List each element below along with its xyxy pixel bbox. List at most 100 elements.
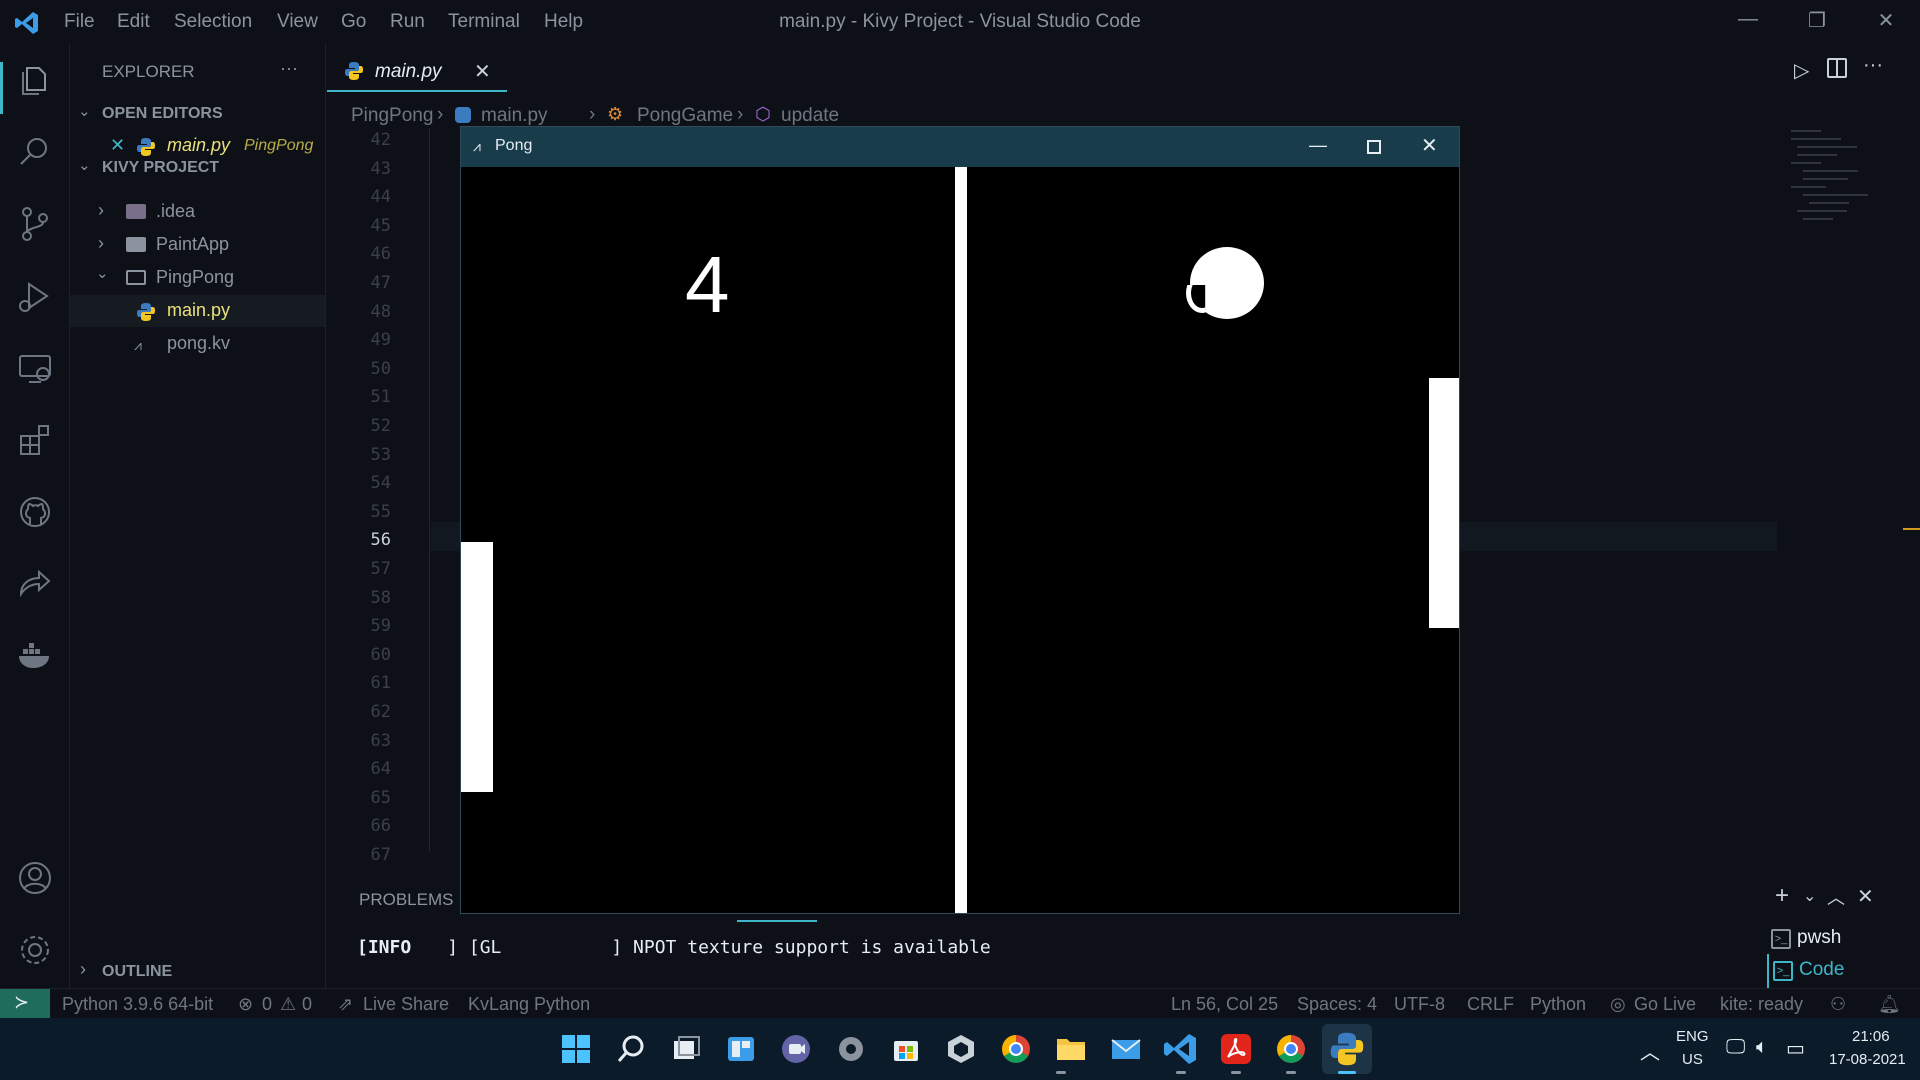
minimize-icon[interactable]: — bbox=[1728, 8, 1768, 36]
search-icon[interactable] bbox=[613, 1031, 649, 1067]
account-icon[interactable] bbox=[15, 858, 55, 898]
menu-edit[interactable]: Edit bbox=[117, 11, 150, 33]
remote-explorer-icon[interactable] bbox=[15, 348, 55, 388]
github-icon[interactable] bbox=[15, 492, 55, 532]
minimap[interactable] bbox=[1785, 128, 1875, 328]
microsoft-store-icon[interactable] bbox=[888, 1031, 924, 1067]
unity-icon[interactable] bbox=[943, 1031, 979, 1067]
extensions-icon[interactable] bbox=[15, 420, 55, 460]
settings-gear-icon[interactable] bbox=[15, 930, 55, 970]
maximize-panel-icon[interactable]: ︿ bbox=[1827, 884, 1845, 910]
vscode-icon[interactable] bbox=[1163, 1031, 1199, 1067]
line-ending[interactable]: CRLF bbox=[1467, 994, 1514, 1015]
restore-icon[interactable]: ❐ bbox=[1797, 8, 1837, 36]
tree-item-paintapp[interactable]: › PaintApp bbox=[70, 229, 325, 261]
project-header[interactable]: KIVY PROJECT bbox=[102, 159, 219, 177]
kite-status[interactable]: kite: ready bbox=[1720, 994, 1803, 1015]
menu-view[interactable]: View bbox=[277, 11, 318, 33]
windows-start-icon[interactable] bbox=[558, 1031, 594, 1067]
breadcrumb-method[interactable]: update bbox=[781, 105, 839, 127]
error-count[interactable]: 0 bbox=[262, 994, 272, 1015]
docker-icon[interactable] bbox=[15, 636, 55, 676]
close-tab-icon[interactable]: ✕ bbox=[474, 59, 491, 84]
clock-time[interactable]: 21:06 bbox=[1852, 1028, 1890, 1045]
clock-date[interactable]: 17-08-2021 bbox=[1829, 1051, 1906, 1068]
run-debug-icon[interactable] bbox=[15, 276, 55, 316]
terminal-item-pwsh[interactable]: >_ pwsh bbox=[1771, 924, 1891, 954]
tab-main-py[interactable]: main.py ✕ bbox=[327, 50, 507, 92]
run-file-icon[interactable]: ▷ bbox=[1794, 58, 1809, 83]
menu-run[interactable]: Run bbox=[390, 11, 425, 33]
live-share-icon[interactable] bbox=[15, 564, 55, 604]
live-share-status[interactable]: Live Share bbox=[363, 994, 449, 1015]
show-hidden-icons-chevron-up-icon[interactable]: ︿ bbox=[1640, 1036, 1660, 1065]
pong-titlebar[interactable]: ⩘ Pong — ✕ bbox=[461, 127, 1459, 167]
terminal-item-code[interactable]: >_ Code bbox=[1767, 954, 1917, 988]
settings-gear-icon[interactable] bbox=[833, 1031, 869, 1067]
source-control-icon[interactable] bbox=[15, 204, 55, 244]
close-icon[interactable]: ✕ bbox=[1866, 8, 1906, 36]
acrobat-icon[interactable] bbox=[1218, 1031, 1254, 1067]
kvlang-status[interactable]: KvLang Python bbox=[468, 994, 590, 1015]
close-panel-icon[interactable]: ✕ bbox=[1857, 884, 1874, 909]
live-share-icon[interactable]: ⇗ bbox=[338, 994, 353, 1015]
open-editor-item[interactable]: ✕ main.py PingPong bbox=[70, 130, 325, 162]
chevron-down-icon[interactable]: ⌄ bbox=[78, 156, 91, 174]
teams-chat-icon[interactable] bbox=[778, 1031, 814, 1067]
outline-header[interactable]: OUTLINE bbox=[102, 963, 172, 981]
language-top[interactable]: ENG bbox=[1676, 1028, 1709, 1045]
widgets-icon[interactable] bbox=[723, 1031, 759, 1067]
mail-icon[interactable] bbox=[1108, 1031, 1144, 1067]
volume-icon[interactable]: 🔈︎ bbox=[1756, 1036, 1768, 1059]
menu-help[interactable]: Help bbox=[544, 11, 583, 33]
notifications-bell-icon[interactable]: 🔔︎ bbox=[1878, 994, 1901, 1015]
python-icon[interactable] bbox=[1329, 1031, 1365, 1067]
task-view-icon[interactable] bbox=[668, 1031, 704, 1067]
error-icon[interactable]: ⊗ bbox=[238, 994, 253, 1015]
menu-file[interactable]: File bbox=[64, 11, 95, 33]
cursor-position[interactable]: Ln 56, Col 25 bbox=[1171, 994, 1278, 1015]
breadcrumb-class[interactable]: PongGame bbox=[637, 105, 733, 127]
menu-go[interactable]: Go bbox=[341, 11, 366, 33]
new-terminal-icon[interactable]: + bbox=[1775, 882, 1789, 910]
battery-icon[interactable]: ▭ bbox=[1786, 1036, 1805, 1061]
tree-item-pong-kv[interactable]: ⩘ pong.kv bbox=[70, 328, 325, 360]
maximize-icon[interactable] bbox=[1367, 140, 1381, 154]
chevron-right-icon[interactable]: › bbox=[80, 959, 86, 980]
more-actions-icon[interactable]: ··· bbox=[280, 58, 298, 79]
warning-count[interactable]: 0 bbox=[302, 994, 312, 1015]
minimize-icon[interactable]: — bbox=[1309, 135, 1327, 156]
breadcrumb-file[interactable]: main.py bbox=[481, 105, 548, 127]
file-explorer-icon[interactable] bbox=[1053, 1031, 1089, 1067]
tree-item-pingpong[interactable]: ⌄ PingPong bbox=[70, 262, 325, 294]
broadcast-icon[interactable]: ◎ bbox=[1610, 994, 1626, 1015]
breadcrumb-folder[interactable]: PingPong bbox=[351, 105, 433, 127]
python-interpreter[interactable]: Python 3.9.6 64-bit bbox=[62, 994, 213, 1015]
open-editors-header[interactable]: OPEN EDITORS bbox=[102, 105, 223, 123]
chevron-down-icon[interactable]: ⌄ bbox=[1803, 886, 1816, 906]
language-bottom[interactable]: US bbox=[1682, 1051, 1703, 1068]
close-editor-icon[interactable]: ✕ bbox=[110, 135, 125, 156]
pong-window[interactable]: ⩘ Pong — ✕ 4 bbox=[460, 126, 1460, 914]
search-icon[interactable] bbox=[15, 132, 55, 172]
menu-selection[interactable]: Selection bbox=[174, 11, 252, 33]
more-actions-icon[interactable]: ··· bbox=[1863, 54, 1883, 77]
encoding[interactable]: UTF-8 bbox=[1394, 994, 1445, 1015]
explorer-icon[interactable] bbox=[15, 60, 55, 100]
tree-item-main-py[interactable]: main.py bbox=[70, 295, 325, 327]
remote-indicator[interactable]: ≻ bbox=[0, 989, 50, 1019]
split-editor-icon[interactable] bbox=[1827, 58, 1847, 78]
warning-icon[interactable]: ⚠ bbox=[280, 994, 296, 1015]
chrome-icon[interactable] bbox=[998, 1031, 1034, 1067]
indentation[interactable]: Spaces: 4 bbox=[1297, 994, 1377, 1015]
tree-item-idea[interactable]: › .idea bbox=[70, 196, 325, 228]
chrome-icon[interactable] bbox=[1273, 1031, 1309, 1067]
chevron-down-icon[interactable]: ⌄ bbox=[78, 102, 91, 120]
feedback-icon[interactable]: ⚇ bbox=[1830, 994, 1846, 1015]
network-icon[interactable]: 🖵︎ bbox=[1726, 1036, 1745, 1059]
close-icon[interactable]: ✕ bbox=[1421, 133, 1438, 158]
language-mode[interactable]: Python bbox=[1530, 994, 1586, 1015]
go-live[interactable]: Go Live bbox=[1634, 994, 1696, 1015]
tab-problems[interactable]: PROBLEMS bbox=[359, 890, 453, 910]
menu-terminal[interactable]: Terminal bbox=[448, 11, 520, 33]
